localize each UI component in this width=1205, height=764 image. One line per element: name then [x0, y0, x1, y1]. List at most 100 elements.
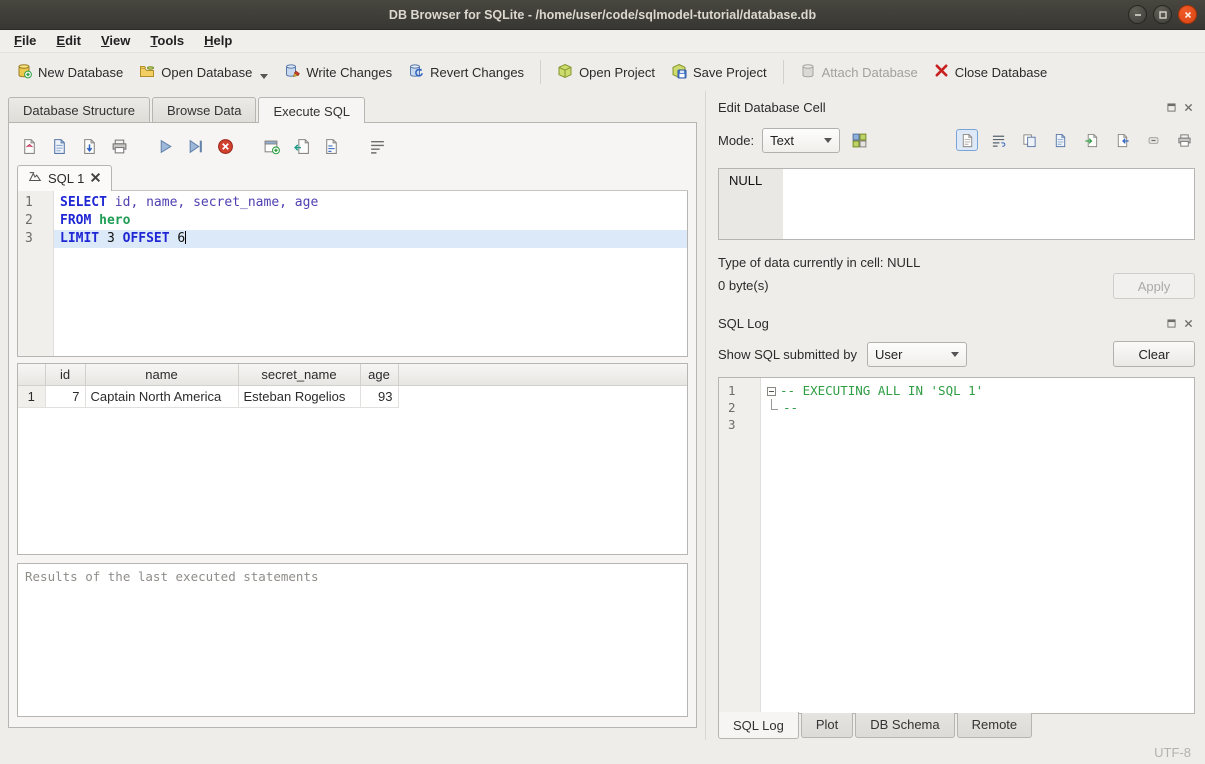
grid-header-name[interactable]: name: [85, 364, 238, 385]
dock-float-icon[interactable]: [1165, 317, 1178, 330]
detach-tab-icon[interactable]: [259, 134, 283, 158]
menu-help[interactable]: Help: [194, 30, 242, 52]
left-panel: Database Structure Browse Data Execute S…: [0, 91, 705, 740]
sql-tab-close-icon[interactable]: [90, 171, 101, 186]
tab-plot[interactable]: Plot: [801, 713, 853, 738]
sql-log-gutter: 123: [719, 378, 761, 713]
new-database-icon: [16, 63, 32, 82]
open-database-button[interactable]: Open Database: [131, 57, 276, 88]
copy-icon[interactable]: [1018, 129, 1040, 151]
menu-file[interactable]: File: [4, 30, 46, 52]
open-sql-file-icon[interactable]: [47, 134, 71, 158]
save-project-button[interactable]: Save Project: [663, 57, 775, 88]
sql-tab-label: SQL 1: [48, 171, 84, 186]
sql-editor[interactable]: 123 SELECT id, name, secret_name, ageFRO…: [17, 191, 688, 357]
tab-sql-log[interactable]: SQL Log: [718, 712, 799, 739]
import-sql-icon[interactable]: [289, 134, 313, 158]
encoding-indicator[interactable]: UTF-8: [1154, 745, 1191, 760]
dock-close-icon[interactable]: [1182, 101, 1195, 114]
dock-float-icon[interactable]: [1165, 101, 1178, 114]
word-wrap-icon[interactable]: [365, 134, 389, 158]
new-tab-icon[interactable]: [17, 134, 41, 158]
log-filter-select[interactable]: User: [867, 342, 967, 367]
print-cell-icon[interactable]: [1173, 129, 1195, 151]
edit-cell-header: Edit Database Cell: [718, 97, 1195, 117]
close-database-label: Close Database: [955, 65, 1048, 80]
set-null-icon[interactable]: [1142, 129, 1164, 151]
mode-select[interactable]: Text: [762, 128, 840, 153]
tab-database-structure[interactable]: Database Structure: [8, 97, 150, 122]
execute-all-icon[interactable]: [153, 134, 177, 158]
new-database-button[interactable]: New Database: [8, 57, 131, 88]
menu-edit[interactable]: Edit: [46, 30, 91, 52]
dock-tab-bar: SQL Log Plot DB Schema Remote: [718, 713, 1195, 740]
menu-view[interactable]: View: [91, 30, 140, 52]
cell-edit-gutter: NULL: [719, 169, 783, 239]
cell-type-info: Type of data currently in cell: NULL: [718, 251, 1195, 275]
results-grid[interactable]: id name secret_name age 1 7 Cap: [17, 363, 688, 555]
import-cell-icon[interactable]: [1080, 129, 1102, 151]
word-wrap-cell-icon[interactable]: [987, 129, 1009, 151]
minimize-icon[interactable]: [1128, 5, 1147, 24]
attach-database-button[interactable]: Attach Database: [792, 57, 926, 88]
write-changes-button[interactable]: Write Changes: [276, 57, 400, 88]
table-row[interactable]: 1 7 Captain North America Esteban Rogeli…: [18, 385, 687, 407]
revert-changes-button[interactable]: Revert Changes: [400, 57, 532, 88]
cell-value: NULL: [729, 173, 762, 188]
execution-results-placeholder: Results of the last executed statements: [25, 569, 319, 584]
export-cell-icon[interactable]: [1111, 129, 1133, 151]
titlebar[interactable]: DB Browser for SQLite - /home/user/code/…: [0, 0, 1205, 30]
window-controls: [1128, 5, 1197, 24]
execute-current-line-icon[interactable]: [183, 134, 207, 158]
dock-close-icon[interactable]: [1182, 317, 1195, 330]
chevron-down-icon: [951, 352, 959, 357]
grid-header-id[interactable]: id: [45, 364, 85, 385]
log-filter-label: Show SQL submitted by: [718, 347, 857, 362]
auto-switch-mode-icon[interactable]: [848, 129, 870, 151]
sql-editor-code[interactable]: SELECT id, name, secret_name, ageFROM he…: [54, 191, 687, 356]
cell-secret-name[interactable]: Esteban Rogelios: [238, 385, 360, 407]
tab-db-schema[interactable]: DB Schema: [855, 713, 954, 738]
tab-remote[interactable]: Remote: [957, 713, 1033, 738]
maximize-icon[interactable]: [1153, 5, 1172, 24]
format-sql-icon[interactable]: [319, 134, 343, 158]
cell-mode-row: Mode: Text: [718, 125, 1195, 155]
stop-icon[interactable]: [213, 134, 237, 158]
open-database-dropdown-icon[interactable]: [260, 74, 268, 79]
grid-header-age[interactable]: age: [360, 364, 398, 385]
tab-execute-sql[interactable]: Execute SQL: [258, 97, 365, 123]
main-content: Database Structure Browse Data Execute S…: [0, 91, 1205, 740]
sql-log-title: SQL Log: [718, 316, 769, 331]
print-icon[interactable]: [107, 134, 131, 158]
execution-results-box: Results of the last executed statements: [17, 563, 688, 717]
new-database-label: New Database: [38, 65, 123, 80]
window-title: DB Browser for SQLite - /home/user/code/…: [0, 8, 1205, 22]
write-changes-label: Write Changes: [306, 65, 392, 80]
paste-icon[interactable]: [1049, 129, 1071, 151]
text-view-icon[interactable]: [956, 129, 978, 151]
sql-log-view[interactable]: 123 -- EXECUTING ALL IN 'SQL 1'--: [718, 377, 1195, 714]
sql-toolbar: [17, 131, 688, 161]
save-sql-file-icon[interactable]: [77, 134, 101, 158]
sql-tab-icon: [28, 170, 42, 187]
open-project-icon: [557, 63, 573, 82]
close-database-button[interactable]: Close Database: [926, 57, 1056, 87]
close-icon[interactable]: [1178, 5, 1197, 24]
cell-name[interactable]: Captain North America: [85, 385, 238, 407]
tab-browse-data[interactable]: Browse Data: [152, 97, 256, 122]
app-window: DB Browser for SQLite - /home/user/code/…: [0, 0, 1205, 764]
grid-header-secret-name[interactable]: secret_name: [238, 364, 360, 385]
sql-tab[interactable]: SQL 1: [17, 165, 112, 191]
sql-tab-bar: SQL 1: [17, 163, 688, 191]
apply-button[interactable]: Apply: [1113, 273, 1195, 299]
open-database-icon: [139, 63, 155, 82]
cell-edit-area[interactable]: NULL: [718, 168, 1195, 240]
clear-log-button[interactable]: Clear: [1113, 341, 1195, 367]
sql-log-code[interactable]: -- EXECUTING ALL IN 'SQL 1'--: [761, 378, 1194, 713]
attach-database-label: Attach Database: [822, 65, 918, 80]
cell-id[interactable]: 7: [45, 385, 85, 407]
menu-tools[interactable]: Tools: [140, 30, 194, 52]
cell-age[interactable]: 93: [360, 385, 398, 407]
write-changes-icon: [284, 63, 300, 82]
open-project-button[interactable]: Open Project: [549, 57, 663, 88]
